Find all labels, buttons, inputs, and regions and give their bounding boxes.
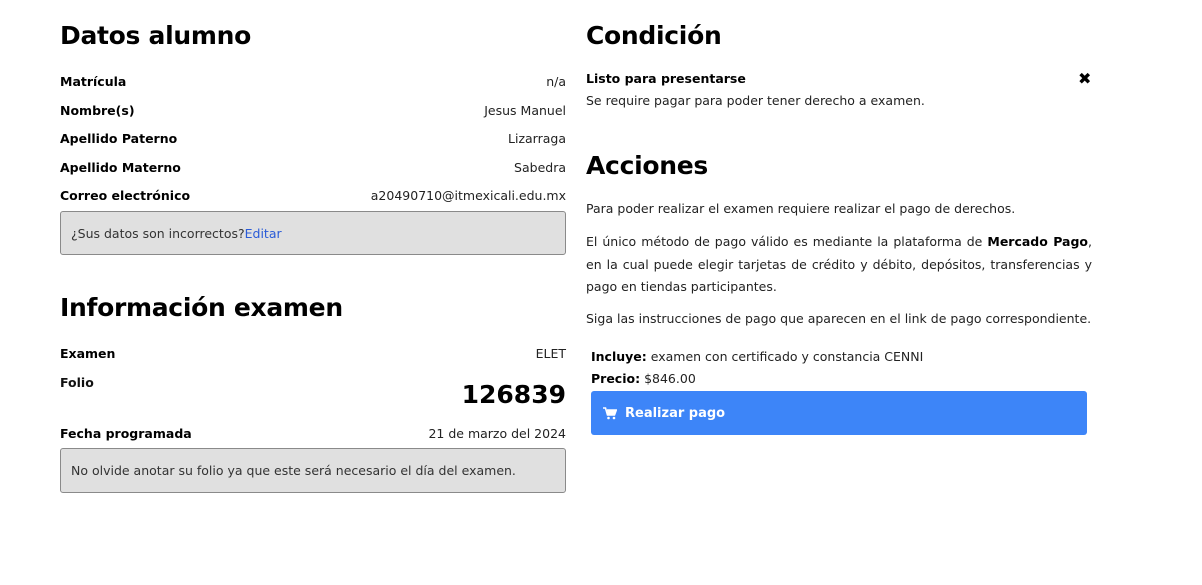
incorrect-data-notice: ¿Sus datos son incorrectos? Editar: [60, 211, 566, 255]
field-value: Lizarraga: [508, 131, 566, 146]
field-value: Sabedra: [514, 160, 566, 175]
field-label: Apellido Paterno: [60, 131, 178, 146]
field-row-correo: Correo electrónico a20490710@itmexicali.…: [60, 188, 566, 203]
field-row-examen: Examen ELET: [60, 346, 566, 361]
precio-value: $846.00: [644, 371, 696, 386]
acciones-title: Acciones: [586, 151, 708, 180]
precio-label: Precio:: [591, 371, 641, 386]
field-row-nombre: Nombre(s) Jesus Manuel: [60, 103, 566, 118]
field-row-matricula: Matrícula n/a: [60, 74, 566, 89]
condicion-title: Condición: [586, 21, 722, 50]
field-value: n/a: [546, 74, 566, 89]
field-label: Fecha programada: [60, 426, 192, 441]
folio-label: Folio: [60, 375, 94, 390]
field-row-apellido-materno: Apellido Materno Sabedra: [60, 160, 566, 175]
field-label: Matrícula: [60, 74, 127, 89]
edit-link[interactable]: Editar: [245, 226, 282, 241]
notice-text: No olvide anotar su folio ya que este se…: [71, 463, 516, 478]
field-value: 21 de marzo del 2024: [428, 426, 566, 441]
incluye-label: Incluye:: [591, 349, 647, 364]
mercado-pago-text: Mercado Pago: [987, 234, 1089, 249]
folio-number: 126839: [461, 380, 566, 409]
cart-icon: [603, 406, 617, 419]
precio-line: Precio: $846.00: [591, 368, 696, 390]
field-value: ELET: [535, 346, 566, 361]
notice-text: ¿Sus datos son incorrectos?: [71, 225, 245, 241]
field-label: Correo electrónico: [60, 188, 191, 203]
status-label: Listo para presentarse: [586, 71, 746, 86]
field-value: a20490710@itmexicali.edu.mx: [370, 188, 566, 203]
field-label: Nombre(s): [60, 103, 135, 118]
pay-button-label: Realizar pago: [625, 405, 726, 421]
folio-reminder-notice: No olvide anotar su folio ya que este se…: [60, 448, 566, 493]
info-examen-title: Información examen: [60, 293, 343, 322]
incluye-value: examen con certificado y constancia CENN…: [650, 349, 924, 364]
acciones-paragraph-3: Siga las instrucciones de pago que apare…: [586, 311, 1092, 326]
field-value: Jesus Manuel: [484, 103, 566, 118]
acciones-paragraph-1: Para poder realizar el examen requiere r…: [586, 201, 1016, 216]
field-label: Apellido Materno: [60, 160, 181, 175]
realizar-pago-button[interactable]: Realizar pago: [591, 391, 1087, 435]
incluye-line: Incluye: examen con certificado y consta…: [591, 346, 923, 368]
field-row-fecha: Fecha programada 21 de marzo del 2024: [60, 426, 566, 441]
acciones-paragraph-2: El único método de pago válido es median…: [586, 231, 1092, 299]
close-icon: ✖: [1078, 71, 1092, 88]
field-row-apellido-paterno: Apellido Paterno Lizarraga: [60, 131, 566, 146]
field-label: Examen: [60, 346, 116, 361]
datos-alumno-title: Datos alumno: [60, 21, 251, 50]
status-message: Se require pagar para poder tener derech…: [586, 93, 925, 108]
p2-before: El único método de pago válido es median…: [586, 234, 988, 249]
